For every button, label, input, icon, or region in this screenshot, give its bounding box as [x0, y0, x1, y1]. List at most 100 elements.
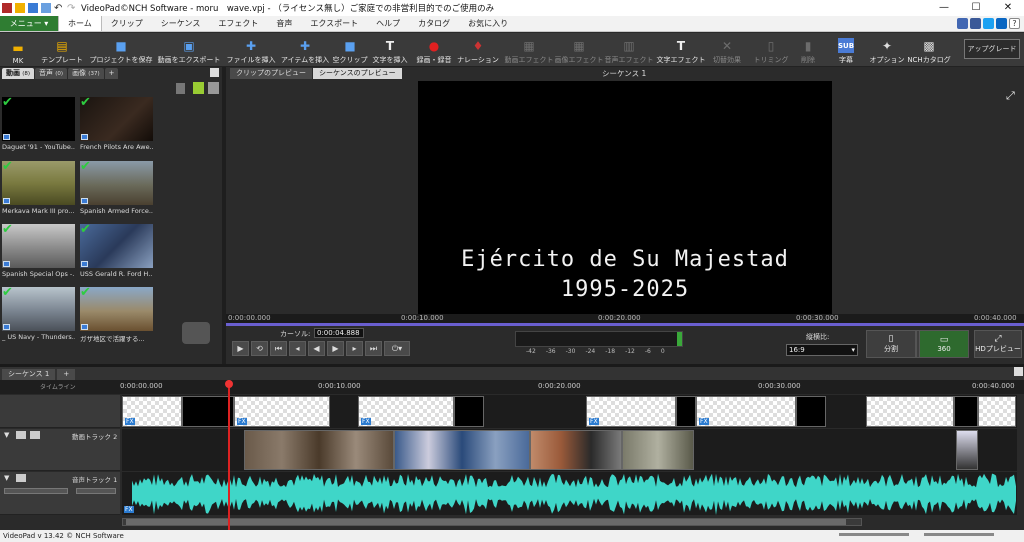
trim-button[interactable]: ▯ トリミング [754, 35, 789, 65]
tab-favorites[interactable]: お気に入り [459, 16, 517, 31]
media-item[interactable]: ✔ Daguet '91 - YouTube... [2, 97, 75, 154]
media-item[interactable]: ✔ _ US Navy - Thunders... [2, 287, 75, 344]
media-item[interactable]: ✔ USS Gerald R. Ford H... [80, 224, 153, 281]
fullscreen-icon[interactable]: ⤢ [1006, 89, 1015, 103]
upgrade-button[interactable]: アップグレード [964, 39, 1020, 59]
split-button[interactable]: ▯ 分割 [866, 330, 916, 358]
hd-preview-button[interactable]: ⤢ HDプレビュー [974, 330, 1022, 358]
list-view-icon[interactable] [208, 82, 219, 94]
zoom-slider[interactable] [924, 533, 994, 536]
export-video-button[interactable]: ▣ 動画をエクスポート [158, 35, 221, 65]
timeline-ruler[interactable]: タイムライン 0:00:00.000 0:00:10.000 0:00:20.0… [0, 380, 1024, 394]
timeline-scrollbar-thumb[interactable] [126, 519, 846, 525]
tab-effects[interactable]: エフェクト [209, 16, 267, 31]
record-button[interactable]: ● 録画・録音 [414, 35, 454, 65]
blank-clip-button[interactable]: ■ 空クリップ [333, 35, 368, 65]
linkedin-icon[interactable] [996, 18, 1007, 29]
tab-audio[interactable]: 音声 [267, 16, 301, 31]
twitter-icon[interactable] [983, 18, 994, 29]
timeline-clip[interactable] [244, 430, 394, 470]
main-menu-button[interactable]: メニュー ▾ [0, 16, 58, 31]
timeline-clip[interactable] [978, 396, 1016, 427]
open-project-button[interactable]: ▬ MK [3, 35, 33, 66]
tab-help[interactable]: ヘルプ [367, 16, 409, 31]
volume-button[interactable]: ⏻▾ [384, 341, 410, 356]
narration-button[interactable]: ♦ ナレーション [457, 35, 499, 65]
track-fx-icon[interactable] [30, 431, 40, 439]
timeline-clip[interactable]: FX [122, 396, 182, 427]
nch-catalog-button[interactable]: ▩ NCHカタログ [907, 35, 950, 65]
volume-slider[interactable] [4, 488, 68, 494]
audio-effects-button[interactable]: ▥ 音声エフェクト [605, 35, 654, 65]
quick-save-icon[interactable] [15, 3, 25, 13]
timeline-clip[interactable]: FX [586, 396, 676, 427]
trash-icon[interactable] [176, 83, 185, 94]
play-button[interactable]: ▶ [232, 341, 249, 356]
image-effects-button[interactable]: ▦ 画像エフェクト [555, 35, 604, 65]
bin-tab-add[interactable]: + [104, 68, 119, 79]
preview-progress-bar[interactable] [226, 323, 1024, 326]
facebook-icon[interactable] [970, 18, 981, 29]
timeline-zoom-icon[interactable] [1014, 367, 1023, 376]
loop-button[interactable]: ⟲ [251, 341, 268, 356]
video-preview[interactable]: Ejército de Su Majestad 1995-2025 [418, 81, 832, 315]
pan-slider[interactable] [76, 488, 116, 494]
delete-button[interactable]: ▮ 削除 [794, 35, 822, 65]
tab-catalog[interactable]: カタログ [409, 16, 459, 31]
insert-file-button[interactable]: ✚ ファイルを挿入 [226, 35, 276, 65]
transition-button[interactable]: ✕ 切替効果 [708, 35, 746, 65]
speaker-icon[interactable] [16, 474, 26, 482]
options-button[interactable]: ✦ オプション [870, 35, 905, 65]
redo-icon[interactable]: ↷ [67, 3, 77, 14]
close-button[interactable]: ✕ [992, 0, 1024, 16]
media-item[interactable]: ✔ Spanish Special Ops -... [2, 224, 75, 281]
tab-sequence-1[interactable]: シーケンス 1 [2, 369, 56, 380]
media-item[interactable]: ✔ ガザ地区で活躍する... [80, 287, 153, 344]
insert-item-button[interactable]: ✚ アイテムを挿入 [280, 35, 330, 65]
subtitle-button[interactable]: SUB 字幕 [832, 35, 860, 65]
media-item[interactable]: ✔ Spanish Armed Force... [80, 161, 153, 218]
bin-menu-icon[interactable] [210, 68, 219, 77]
help-icon[interactable]: ? [1009, 18, 1020, 29]
playhead[interactable] [225, 380, 233, 530]
maximize-button[interactable]: ☐ [960, 0, 992, 16]
preview-ruler[interactable]: 0:00:00.000 0:00:10.000 0:00:20.000 0:00… [226, 314, 1024, 326]
forward-button[interactable]: ▶ [327, 341, 344, 356]
next-frame-button[interactable]: ▸ [346, 341, 363, 356]
media-item[interactable]: ✔ Merkava Mark III pro... [2, 161, 75, 218]
timeline-clip[interactable]: FX [234, 396, 330, 427]
tab-add-sequence[interactable]: + [57, 369, 76, 380]
bin-tab-video[interactable]: 動画 (8) [2, 68, 35, 79]
folder-view-icon[interactable] [193, 82, 204, 94]
tab-sequence[interactable]: シーケンス [152, 16, 210, 31]
timeline-clip[interactable] [622, 430, 694, 470]
timeline-clip[interactable] [454, 396, 484, 427]
save-project-button[interactable]: ■ プロジェクトを保存 [88, 35, 154, 65]
collapse-icon[interactable]: ▼ [4, 431, 9, 439]
timeline-clip[interactable] [954, 396, 978, 427]
tab-sequence-preview[interactable]: シーケンスのプレビュー [313, 68, 402, 79]
tab-home[interactable]: ホーム [58, 16, 102, 31]
minimize-button[interactable]: — [928, 0, 960, 16]
vr360-button[interactable]: ▭ 360 [919, 330, 969, 358]
video-effects-button[interactable]: ▦ 動画エフェクト [505, 35, 554, 65]
timeline-clip[interactable] [796, 396, 826, 427]
timeline-clip[interactable] [676, 396, 696, 427]
bin-tab-audio[interactable]: 音声 (0) [35, 68, 68, 79]
timeline-clip[interactable] [530, 430, 622, 470]
timeline-clip[interactable]: FX [696, 396, 796, 427]
tab-clip-preview[interactable]: クリップのプレビュー [230, 68, 312, 79]
timeline-clip[interactable] [866, 396, 954, 427]
go-end-button[interactable]: ⏭ [365, 341, 382, 356]
timeline-clip[interactable]: FX [358, 396, 454, 427]
quick-open-icon[interactable] [28, 3, 38, 13]
media-item[interactable]: ✔ French Pilots Are Awe... [80, 97, 153, 154]
aspect-ratio-select[interactable]: 16:9 ▾ [786, 344, 858, 356]
tab-clip[interactable]: クリップ [102, 16, 152, 31]
like-icon[interactable] [957, 18, 968, 29]
audio-waveform[interactable] [122, 472, 1017, 515]
text-effects-button[interactable]: T 文字エフェクト [657, 35, 706, 65]
tab-export[interactable]: エクスポート [301, 16, 367, 31]
template-button[interactable]: ▤ テンプレート [40, 35, 84, 65]
timeline-clip[interactable] [394, 430, 530, 470]
